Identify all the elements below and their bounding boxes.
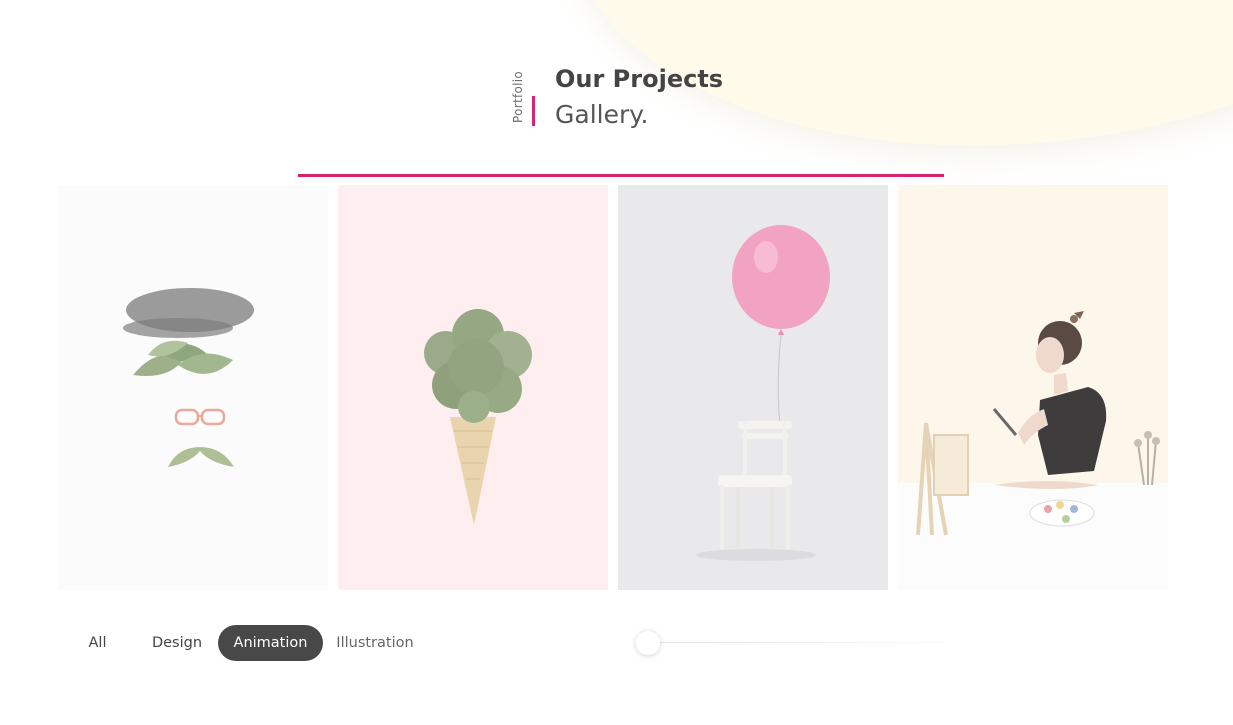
page-title: Our Projects <box>555 65 724 93</box>
pink-balloon-chair-image <box>696 225 830 561</box>
filter-design[interactable]: Design <box>142 625 212 661</box>
filter-all[interactable]: All <box>70 625 125 661</box>
section-divider <box>298 174 944 177</box>
filter-animation[interactable]: Animation <box>218 625 323 661</box>
gallery-slider[interactable] <box>636 630 946 656</box>
gallery-item[interactable] <box>338 185 608 590</box>
beret-leaves-glasses-mustache-image <box>123 288 254 467</box>
page: Portfolio Our Projects Gallery. All Desi… <box>0 0 1233 725</box>
woman-painting-easel-image <box>898 311 1168 590</box>
accent-bar <box>532 96 535 126</box>
page-subtitle: Gallery. <box>555 100 649 129</box>
gallery-item[interactable] <box>898 185 1168 590</box>
filter-illustration[interactable]: Illustration <box>332 625 418 661</box>
slider-thumb[interactable] <box>636 631 660 655</box>
gallery-item[interactable] <box>618 185 888 590</box>
broccoli-ice-cream-cone-image <box>424 309 532 525</box>
slider-track[interactable] <box>648 642 944 643</box>
section-eyebrow: Portfolio <box>511 70 525 124</box>
gallery-item[interactable] <box>58 185 328 590</box>
section-heading: Portfolio Our Projects Gallery. <box>505 60 825 140</box>
